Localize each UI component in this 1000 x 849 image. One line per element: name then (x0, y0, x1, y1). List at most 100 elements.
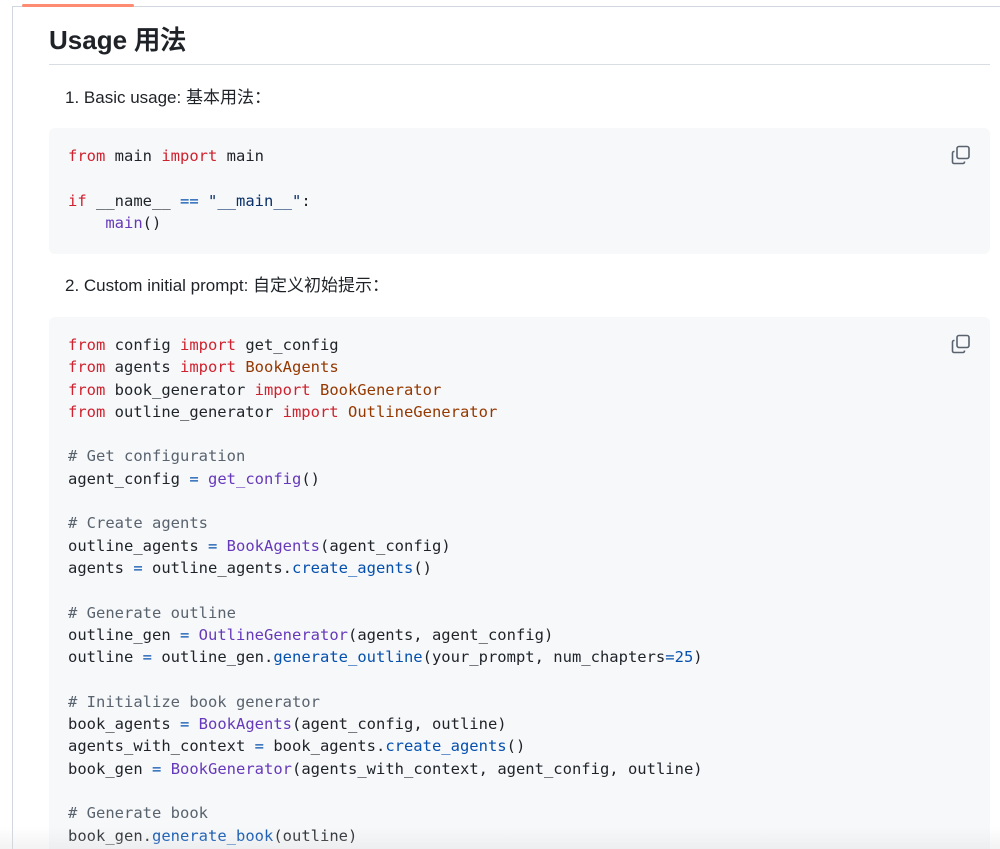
code-token: = (179, 625, 190, 644)
code-line: # Generate outline (68, 602, 971, 624)
code-line: from outline_generator import OutlineGen… (68, 401, 971, 423)
code-token: (agents_with_context, agent_config, outl… (292, 759, 703, 778)
code-token: (outline) (273, 826, 358, 845)
code-line: outline_agents = BookAgents(agent_config… (68, 535, 971, 557)
code-line: book_gen.generate_book(outline) (68, 825, 971, 847)
code-token: main (105, 147, 162, 165)
code-block-custom-prompt[interactable]: from config import get_config from agents… (49, 317, 990, 849)
code-token: () (142, 213, 162, 232)
code-line: book_gen = BookGenerator(agents_with_con… (68, 758, 971, 780)
code-line: # Initialize book generator (68, 691, 971, 713)
code-line: outline_gen = OutlineGenerator(agents, a… (68, 624, 971, 646)
code-line: from config import get_config (68, 334, 971, 356)
code-token: get_config (235, 336, 339, 354)
code-token: agents (68, 558, 134, 577)
code-token: = (189, 469, 199, 488)
code-token: "__main__" (208, 191, 302, 210)
code-token: # Initialize book generator (68, 692, 320, 711)
code-token: agents (105, 358, 180, 377)
code-token: outline_agents (68, 536, 208, 555)
code-token: create_agents (291, 558, 414, 577)
copy-icon[interactable] (950, 333, 972, 355)
code-line: from agents import BookAgents (68, 356, 971, 378)
code-token: get_config (208, 469, 302, 488)
code-token: outline (68, 648, 143, 667)
code-token: book_generator (105, 380, 255, 399)
code-token: : (301, 191, 311, 210)
copy-icon[interactable] (950, 144, 972, 166)
code-token: BookGenerator (170, 759, 293, 778)
code-token: (agent_config, outline) (292, 715, 507, 734)
code-token: = (254, 737, 264, 756)
code-token: = (152, 759, 162, 778)
code-token: (agents, agent_config) (347, 625, 554, 644)
code-text[interactable]: from main import main if __name__ == "__… (68, 145, 971, 234)
code-block-basic-usage[interactable]: from main import main if __name__ == "__… (49, 128, 990, 254)
code-token: create_agents (385, 737, 507, 756)
code-token: generate_outline (273, 648, 423, 667)
code-token: = (179, 715, 190, 734)
code-token: outline_gen (68, 625, 180, 644)
code-token: # Generate outline (68, 603, 236, 622)
code-token: BookGenerator (319, 380, 442, 399)
code-token: agents_with_context (68, 737, 255, 756)
active-tab-indicator (22, 4, 134, 7)
code-line: agent_config = get_config() (68, 468, 971, 490)
code-token: =25 (665, 648, 694, 667)
code-line: # Generate book (68, 802, 971, 824)
code-token: # Generate book (68, 804, 208, 823)
code-token: = (207, 536, 218, 555)
code-token: BookAgents (198, 715, 292, 734)
code-token: outline_agents. (142, 558, 292, 577)
code-token: main (217, 147, 264, 165)
code-token: from (68, 402, 106, 421)
code-token: from (68, 380, 106, 399)
code-token: __name__ (86, 191, 180, 210)
code-token: from (68, 147, 106, 165)
code-line: outline = outline_gen.generate_outline(y… (68, 646, 971, 668)
code-token: BookAgents (245, 358, 339, 377)
code-token: # Get configuration (68, 447, 246, 466)
code-token: config (105, 336, 180, 354)
code-token: agent_config (68, 469, 190, 488)
code-token: generate_book (152, 826, 274, 845)
code-token: () (506, 737, 526, 756)
code-token: from (68, 358, 106, 377)
heading-divider (49, 64, 990, 65)
code-token: book_gen. (68, 826, 152, 845)
code-token: () (413, 558, 432, 577)
code-line: main() (68, 212, 971, 234)
code-token: book_agents. (263, 737, 386, 756)
code-line: # Create agents (68, 512, 971, 534)
code-token: () (301, 469, 321, 488)
code-token: if (68, 191, 87, 210)
code-token: import (254, 380, 311, 399)
code-text[interactable]: from config import get_config from agents… (68, 334, 971, 847)
code-token: import (161, 147, 218, 165)
section-heading: Usage 用法 (49, 25, 187, 55)
code-line: from book_generator import BookGenerator (68, 379, 971, 401)
code-token: (your_prompt, num_chapters (422, 648, 666, 667)
code-token: = (133, 558, 143, 577)
code-line: book_agents = BookAgents(agent_config, o… (68, 713, 971, 735)
code-token: main (105, 213, 143, 232)
code-token: = (142, 648, 152, 667)
code-token: BookAgents (226, 536, 320, 555)
code-token: (agent_config) (320, 536, 451, 555)
list-item-custom-prompt: 2. Custom initial prompt: 自定义初始提示： (65, 276, 390, 295)
code-line: agents_with_context = book_agents.create… (68, 735, 971, 757)
code-token: book_agents (68, 715, 180, 734)
code-token: == (180, 191, 199, 210)
